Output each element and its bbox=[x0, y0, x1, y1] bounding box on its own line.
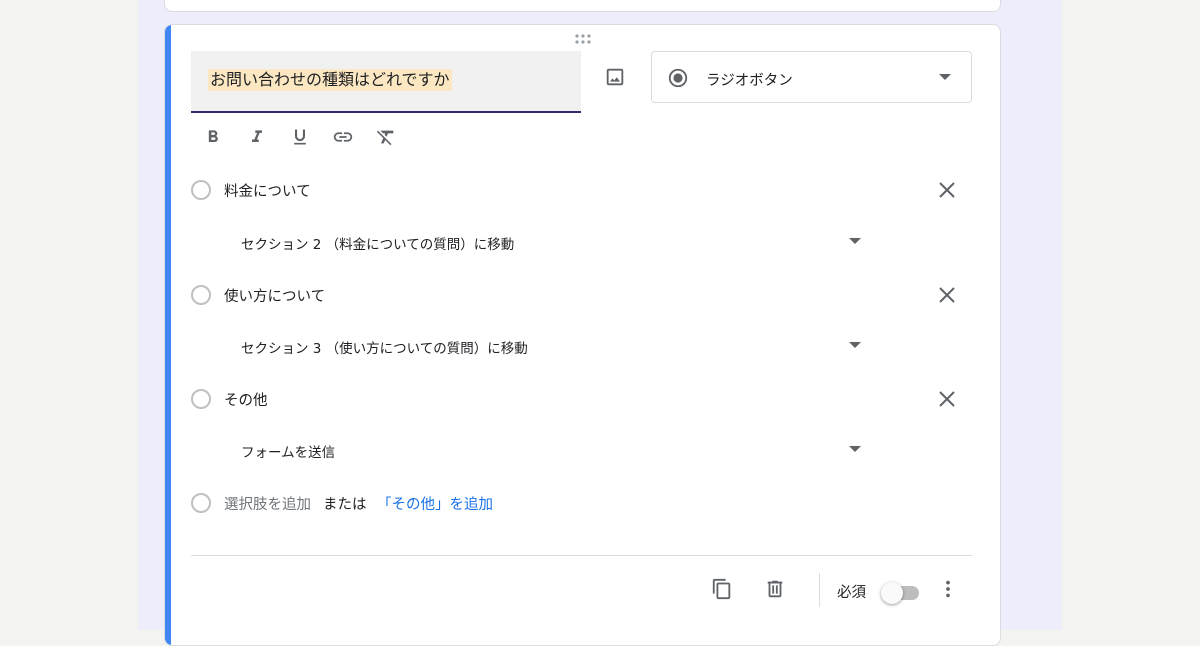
option-goto-select[interactable]: セクション 3 （使い方についての質問）に移動 bbox=[241, 332, 861, 360]
copy-icon bbox=[712, 578, 731, 600]
radio-checked-icon bbox=[668, 68, 688, 88]
question-type-select[interactable]: ラジオボタン bbox=[651, 51, 972, 103]
underline-icon bbox=[294, 129, 306, 145]
trash-icon bbox=[767, 580, 783, 598]
option-goto-select[interactable]: フォームを送信 bbox=[241, 436, 861, 464]
option-label[interactable]: 使い方について bbox=[224, 285, 325, 306]
duplicate-button[interactable] bbox=[709, 576, 735, 602]
option-label[interactable]: その他 bbox=[224, 389, 268, 410]
clear-format-icon bbox=[376, 130, 394, 146]
link-icon bbox=[333, 132, 353, 142]
toggle-knob bbox=[881, 582, 903, 604]
more-options-button[interactable] bbox=[935, 576, 961, 602]
required-toggle[interactable] bbox=[881, 582, 921, 604]
option-goto-label: フォームを送信 bbox=[241, 445, 336, 461]
option-radio bbox=[191, 493, 211, 513]
add-image-button[interactable] bbox=[601, 63, 629, 91]
close-icon bbox=[939, 287, 955, 303]
bold-button[interactable] bbox=[201, 125, 225, 149]
footer-divider bbox=[191, 555, 972, 556]
add-other-link[interactable]: 「その他」を追加 bbox=[377, 493, 493, 514]
drag-handle-icon[interactable] bbox=[574, 34, 592, 44]
bold-icon bbox=[208, 130, 218, 142]
or-text: または bbox=[323, 497, 367, 513]
dropdown-arrow-icon bbox=[849, 446, 861, 452]
close-icon bbox=[939, 391, 955, 407]
remove-option-button[interactable] bbox=[935, 178, 959, 202]
dropdown-arrow-icon bbox=[849, 342, 861, 348]
question-title-text: お問い合わせの種類はどれですか bbox=[208, 69, 452, 91]
italic-button[interactable] bbox=[245, 125, 269, 149]
link-button[interactable] bbox=[331, 125, 355, 149]
option-goto-select[interactable]: セクション 2 （料金についての質問）に移動 bbox=[241, 228, 861, 256]
option-radio bbox=[191, 180, 211, 200]
underline-button[interactable] bbox=[288, 125, 312, 149]
option-goto-label: セクション 2 （料金についての質問）に移動 bbox=[241, 237, 515, 253]
option-radio bbox=[191, 389, 211, 409]
option-radio bbox=[191, 285, 211, 305]
footer-separator bbox=[819, 573, 820, 607]
image-icon bbox=[606, 68, 624, 86]
close-icon bbox=[939, 182, 955, 198]
question-title-field[interactable]: お問い合わせの種類はどれですか bbox=[191, 51, 581, 113]
required-label: 必須 bbox=[837, 585, 866, 601]
delete-button[interactable] bbox=[762, 576, 788, 602]
remove-option-button[interactable] bbox=[935, 387, 959, 411]
option-goto-label: セクション 3 （使い方についての質問）に移動 bbox=[241, 341, 528, 357]
remove-option-button[interactable] bbox=[935, 283, 959, 307]
question-card[interactable]: お問い合わせの種類はどれですか ラジオボタン 料金について セクション 2 （料… bbox=[164, 24, 1001, 646]
question-type-label: ラジオボタン bbox=[706, 73, 793, 89]
italic-icon bbox=[252, 130, 262, 142]
active-card-accent bbox=[165, 25, 171, 645]
more-vert-icon bbox=[946, 580, 950, 598]
dropdown-arrow-icon bbox=[849, 238, 861, 244]
clear-format-button[interactable] bbox=[374, 125, 398, 149]
dropdown-arrow-icon bbox=[939, 74, 951, 80]
add-option-input[interactable]: 選択肢を追加 bbox=[224, 493, 311, 514]
previous-question-card bbox=[164, 0, 1001, 12]
option-label[interactable]: 料金について bbox=[224, 180, 311, 201]
